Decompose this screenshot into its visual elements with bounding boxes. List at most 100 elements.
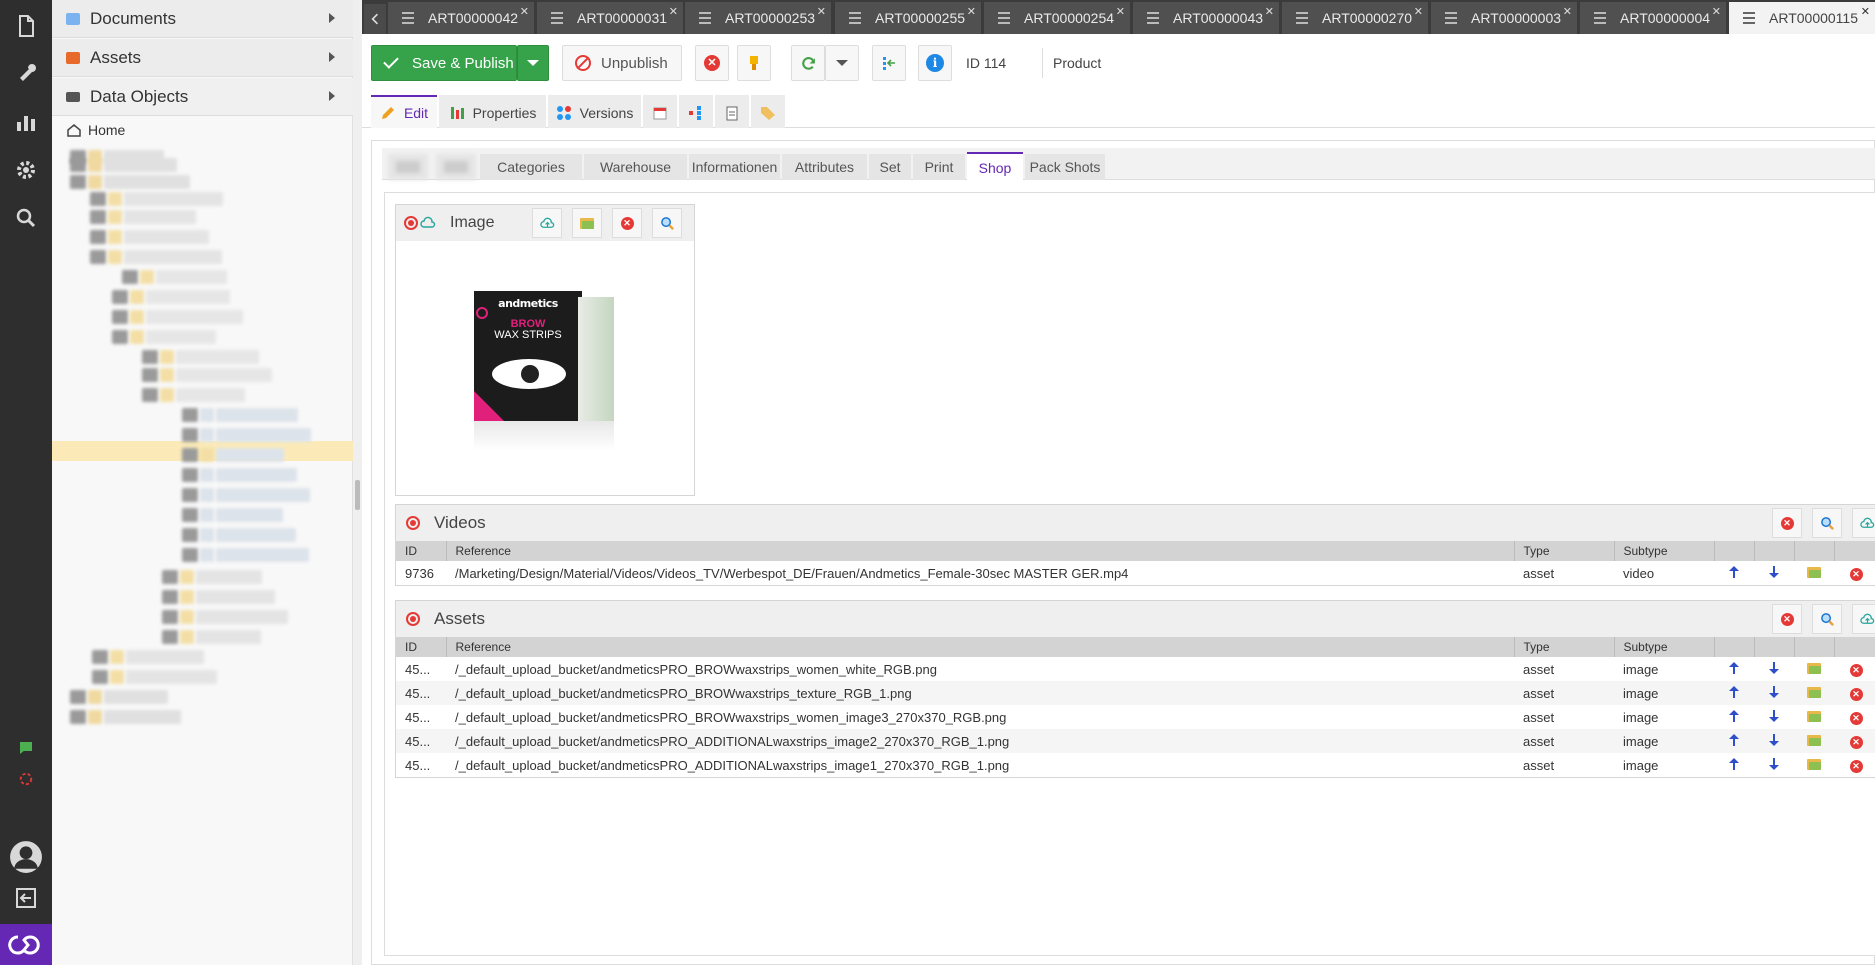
move-up-icon[interactable] — [1729, 685, 1739, 698]
remove-icon[interactable]: ✕ — [1849, 736, 1863, 749]
tag-marker-button[interactable] — [737, 45, 771, 81]
reload-button[interactable] — [791, 45, 825, 81]
tree-node-label[interactable] — [126, 670, 217, 684]
move-down-button[interactable] — [1754, 705, 1794, 729]
tree-node-icon[interactable] — [142, 350, 158, 364]
move-up-button[interactable] — [1714, 657, 1754, 681]
close-icon[interactable]: ✕ — [1265, 5, 1274, 18]
tree-node-label[interactable] — [146, 330, 216, 344]
remove-button[interactable]: ✕ — [1834, 729, 1875, 753]
table-row[interactable]: 45.../_default_upload_bucket/andmeticsPR… — [396, 753, 1875, 777]
open-folder-icon[interactable] — [1807, 686, 1821, 698]
remove-icon[interactable]: ✕ — [1849, 688, 1863, 701]
tree-node-label[interactable] — [196, 570, 262, 584]
delete-button[interactable]: ✕ — [695, 45, 729, 81]
move-down-button[interactable] — [1754, 657, 1794, 681]
assets-upload-button[interactable] — [1852, 604, 1875, 634]
tree-node-icon[interactable] — [182, 548, 198, 562]
tree-node-icon[interactable] — [162, 570, 178, 584]
remove-icon[interactable]: ✕ — [1849, 760, 1863, 773]
tree-node-label[interactable] — [216, 528, 296, 542]
document-tab[interactable]: ART00000004 ✕ — [1580, 2, 1727, 34]
info-button[interactable]: i — [918, 45, 952, 81]
tree-node-label[interactable] — [196, 610, 288, 624]
document-tab[interactable]: ART00000042 ✕ — [388, 2, 535, 34]
move-up-button[interactable] — [1714, 705, 1754, 729]
tab-edit[interactable]: Edit — [371, 95, 437, 128]
tree-node-label[interactable] — [196, 630, 261, 644]
close-icon[interactable]: ✕ — [520, 5, 529, 18]
close-icon[interactable]: ✕ — [817, 5, 826, 18]
move-down-icon[interactable] — [1769, 565, 1779, 578]
tree-node-label[interactable] — [176, 350, 259, 364]
column-header[interactable]: Type — [1514, 637, 1615, 657]
layout-tab[interactable]: Print — [913, 154, 965, 180]
table-row[interactable]: 45.../_default_upload_bucket/andmeticsPR… — [396, 681, 1875, 705]
tree-node-icon[interactable] — [182, 528, 198, 542]
document-tab[interactable]: ART00000270 ✕ — [1282, 2, 1429, 34]
close-icon[interactable]: ✕ — [669, 5, 678, 18]
close-icon[interactable]: ✕ — [1414, 5, 1423, 18]
tree-node-icon[interactable] — [142, 368, 158, 382]
tree-node-icon[interactable] — [90, 230, 106, 244]
tree-node-icon[interactable] — [182, 508, 198, 522]
tools-icon[interactable] — [0, 54, 52, 94]
tree-node-label[interactable] — [216, 548, 309, 562]
tree-node-icon[interactable] — [162, 610, 178, 624]
move-down-button[interactable] — [1754, 681, 1794, 705]
tree-node-icon[interactable] — [90, 250, 106, 264]
close-icon[interactable]: ✕ — [967, 5, 976, 18]
remove-button[interactable]: ✕ — [1834, 657, 1875, 681]
document-tab[interactable]: ART00000031 ✕ — [537, 2, 684, 34]
move-up-icon[interactable] — [1729, 733, 1739, 746]
reload-options-dropdown-button[interactable] — [825, 45, 859, 81]
accordion-documents[interactable]: Documents — [52, 0, 353, 38]
remove-icon[interactable]: ✕ — [1849, 568, 1863, 581]
tree-node-icon[interactable] — [182, 488, 198, 502]
tree-node-icon[interactable] — [162, 630, 178, 644]
tab-dependencies[interactable] — [679, 95, 713, 128]
move-up-icon[interactable] — [1729, 757, 1739, 770]
tree-node-icon[interactable] — [112, 310, 128, 324]
move-up-button[interactable] — [1714, 753, 1754, 777]
open-folder-icon[interactable] — [1807, 758, 1821, 770]
close-icon[interactable]: ✕ — [1712, 5, 1721, 18]
open-button[interactable] — [1794, 561, 1834, 585]
move-up-button[interactable] — [1714, 729, 1754, 753]
column-header[interactable]: Subtype — [1614, 637, 1715, 657]
assets-search-button[interactable] — [1812, 604, 1842, 634]
document-tab[interactable]: ART00000115 ✕ — [1729, 2, 1875, 34]
move-down-icon[interactable] — [1769, 685, 1779, 698]
remove-button[interactable]: ✕ — [1834, 561, 1875, 585]
table-row[interactable]: 45.../_default_upload_bucket/andmeticsPR… — [396, 657, 1875, 681]
open-button[interactable] — [1794, 657, 1834, 681]
tree-home-node[interactable]: Home — [66, 122, 125, 138]
tree-node-label[interactable] — [176, 368, 272, 382]
accordion-data-objects[interactable]: Data Objects — [52, 78, 353, 116]
table-row[interactable]: 45.../_default_upload_bucket/andmeticsPR… — [396, 705, 1875, 729]
settings-gear-icon[interactable] — [0, 150, 52, 190]
panel-splitter[interactable] — [353, 0, 362, 965]
column-header[interactable]: ID — [396, 541, 447, 561]
videos-clear-button[interactable]: ✕ — [1772, 508, 1802, 538]
tree-node-icon[interactable] — [112, 330, 128, 344]
layout-tab[interactable]: Shop — [967, 152, 1023, 181]
tree-node-icon[interactable] — [112, 290, 128, 304]
tree-node-label[interactable] — [124, 192, 223, 206]
search-image-button[interactable] — [652, 208, 682, 238]
document-tab[interactable]: ART00000255 ✕ — [835, 2, 982, 34]
reports-icon[interactable] — [0, 102, 52, 142]
tree-node-icon[interactable] — [122, 270, 138, 284]
unpublish-button[interactable]: Unpublish — [562, 45, 682, 81]
tree-node-label[interactable] — [104, 158, 177, 172]
move-up-icon[interactable] — [1729, 565, 1739, 578]
tree-node-icon[interactable] — [182, 408, 198, 422]
product-image[interactable]: andmetics BROW WAX STRIPS — [474, 291, 624, 451]
tree-node-label[interactable] — [146, 310, 243, 324]
tree-node-label[interactable] — [104, 690, 168, 704]
move-down-icon[interactable] — [1769, 661, 1779, 674]
tree-node-icon[interactable] — [70, 710, 86, 724]
move-down-button[interactable] — [1754, 561, 1794, 585]
tree-node-icon[interactable] — [162, 590, 178, 604]
tree-node-label[interactable] — [216, 488, 310, 502]
